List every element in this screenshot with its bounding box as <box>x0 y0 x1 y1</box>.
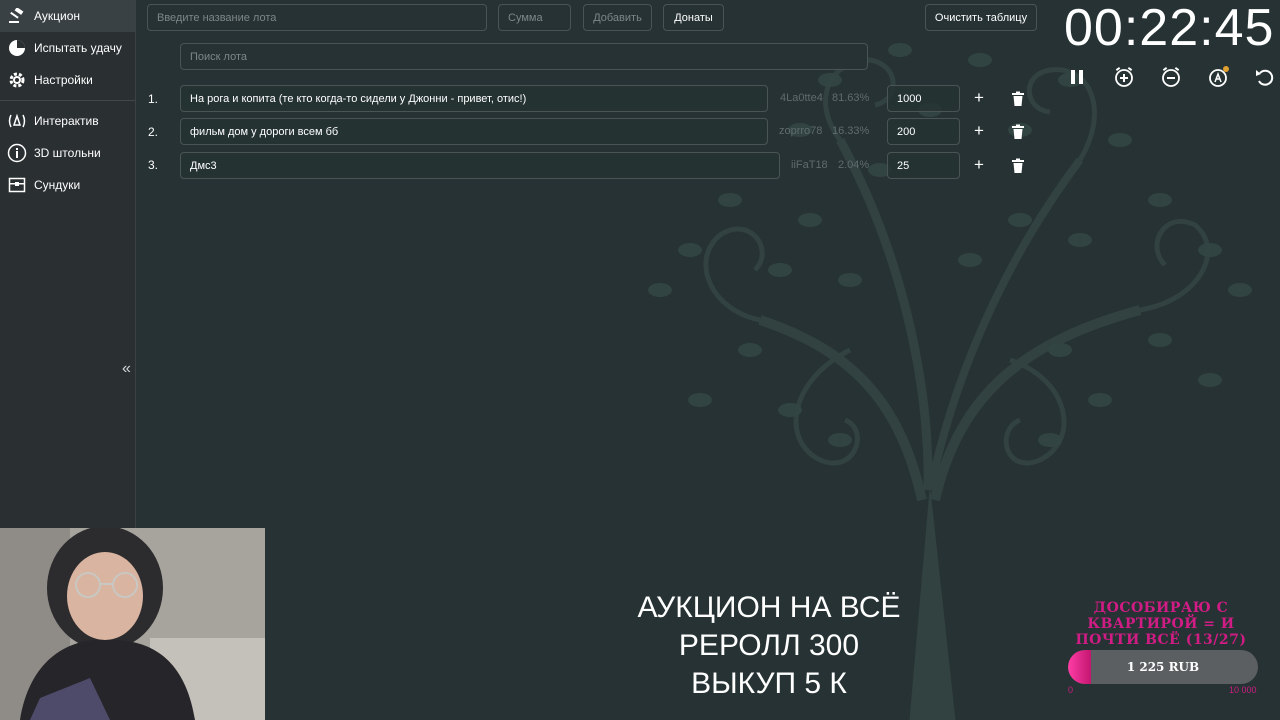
donations-button[interactable]: Донаты <box>663 4 724 31</box>
sidebar-item-label: Аукцион <box>34 9 80 23</box>
sidebar-item-3d-mines[interactable]: 3D штольни <box>0 137 135 169</box>
amount-input[interactable]: Сумма <box>498 4 571 31</box>
donation-goal-max: 10 000 <box>1229 685 1257 695</box>
add-lot-button[interactable]: Добавить <box>583 4 652 31</box>
overlay-line: АУКЦИОН НА ВСЁ <box>637 591 901 624</box>
add-to-lot-button[interactable]: + <box>971 155 987 175</box>
sidebar-item-interactive[interactable]: Интерактив <box>0 105 135 137</box>
subtract-time-icon[interactable] <box>1160 66 1182 88</box>
pie-chart-icon <box>4 38 30 58</box>
add-to-lot-button[interactable]: + <box>971 88 987 108</box>
donation-goal-min: 0 <box>1068 685 1074 695</box>
trash-icon[interactable] <box>1010 158 1026 174</box>
lot-name-field[interactable]: Дмс3 <box>180 152 780 179</box>
sidebar-divider <box>0 100 135 101</box>
sidebar-item-label: Испытать удачу <box>34 41 122 55</box>
sidebar: Аукцион Испытать удачу Настройки Интерак… <box>0 0 136 528</box>
lot-number: 2. <box>148 125 159 139</box>
auction-timer: 00:22:45 <box>1064 0 1275 57</box>
lot-user: zoprro78 <box>779 125 823 137</box>
reset-icon[interactable] <box>1254 66 1276 88</box>
collapse-sidebar-button[interactable]: « <box>122 360 131 378</box>
lot-percent: 16.33% <box>832 125 870 137</box>
sidebar-item-settings[interactable]: Настройки <box>0 64 135 96</box>
clear-table-button[interactable]: Очистить таблицу <box>925 4 1037 31</box>
donation-goal-current: 1 225 RUB <box>1126 660 1200 674</box>
sidebar-item-label: Сундуки <box>34 178 81 192</box>
donation-goal-title: ДОСОБИРАЮ С КВАРТИРОЙ = И ПОЧТИ ВСЁ (13/… <box>1075 600 1247 648</box>
webcam-overlay <box>0 528 265 720</box>
lot-user: 4La0tte4 <box>780 92 823 104</box>
pause-icon[interactable] <box>1066 66 1088 88</box>
lot-number: 1. <box>148 92 159 106</box>
lot-name-input[interactable]: Введите название лота <box>147 4 487 31</box>
lot-name-field[interactable]: На рога и копита (те кто когда-то сидели… <box>180 85 768 112</box>
webcam-person-image <box>0 528 265 720</box>
overlay-line: ВЫКУП 5 К <box>691 667 847 700</box>
lot-amount-field[interactable]: 200 <box>887 118 960 145</box>
sidebar-item-chests[interactable]: Сундуки <box>0 169 135 201</box>
sidebar-item-luck[interactable]: Испытать удачу <box>0 32 135 64</box>
lot-name-field[interactable]: фильм дом у дороги всем бб <box>180 118 768 145</box>
sidebar-item-label: Интерактив <box>34 114 99 128</box>
overlay-line: РЕРОЛЛ 300 <box>678 629 860 662</box>
add-time-icon[interactable] <box>1113 66 1135 88</box>
lot-number: 3. <box>148 158 159 172</box>
lot-amount-field[interactable]: 1000 <box>887 85 960 112</box>
stream-overlay-text: АУКЦИОН НА ВСЁ РЕРОЛЛ 300 ВЫКУП 5 К <box>600 589 938 703</box>
auto-time-icon[interactable] <box>1207 66 1229 88</box>
lot-amount-field[interactable]: 25 <box>887 152 960 179</box>
chest-icon <box>4 175 30 195</box>
lot-percent: 2.04% <box>838 159 870 171</box>
sidebar-item-auction[interactable]: Аукцион <box>0 0 135 32</box>
lot-percent: 81.63% <box>832 92 870 104</box>
campfire-icon <box>4 111 30 131</box>
add-to-lot-button[interactable]: + <box>971 121 987 141</box>
gavel-icon <box>4 6 30 26</box>
sidebar-item-label: 3D штольни <box>34 146 101 160</box>
trash-icon[interactable] <box>1010 91 1026 107</box>
lot-user: iiFaT18 <box>791 159 828 171</box>
gear-icon <box>4 70 30 90</box>
donation-goal-progress-bar: 1 225 RUB <box>1068 650 1258 684</box>
trash-icon[interactable] <box>1010 124 1026 140</box>
info-circle-icon <box>4 143 30 163</box>
search-lot-input[interactable]: Поиск лота <box>180 43 868 70</box>
sidebar-item-label: Настройки <box>34 73 93 87</box>
